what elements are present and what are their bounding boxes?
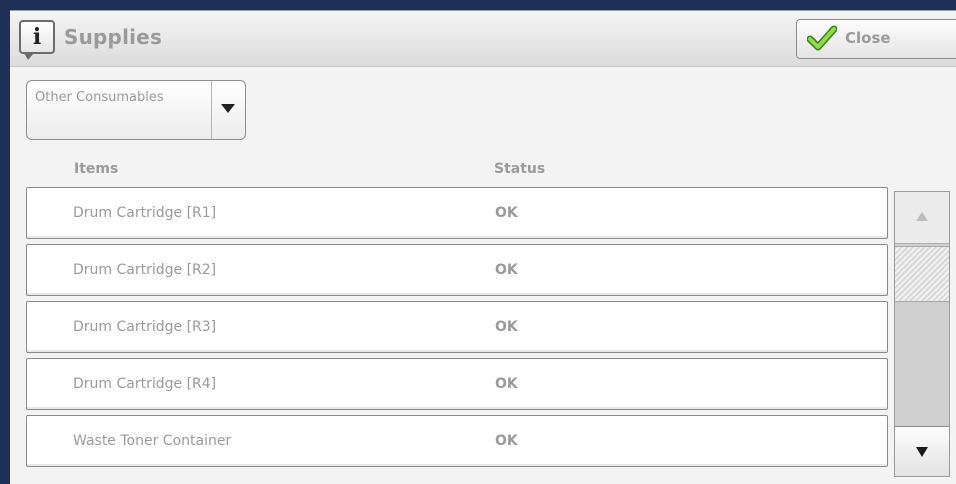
item-status: OK — [495, 319, 518, 335]
column-header-status: Status — [494, 161, 546, 177]
item-name: Drum Cartridge [R4] — [73, 376, 217, 392]
list-item[interactable]: Waste Toner Container OK — [26, 415, 888, 467]
list-item[interactable]: Drum Cartridge [R1] OK — [26, 187, 888, 239]
title-bar: i Supplies Close — [10, 11, 956, 67]
list-scrollbar[interactable] — [894, 191, 950, 477]
column-header-items: Items — [74, 161, 119, 177]
item-status: OK — [495, 433, 518, 449]
checkmark-icon — [807, 25, 837, 51]
arrow-down-icon — [916, 447, 928, 457]
arrow-up-icon — [916, 212, 928, 221]
close-button-label: Close — [845, 29, 891, 47]
consumables-dropdown[interactable]: Other Consumables — [26, 80, 246, 140]
scroll-thumb[interactable] — [895, 246, 949, 302]
item-status: OK — [495, 376, 518, 392]
list-item[interactable]: Drum Cartridge [R4] OK — [26, 358, 888, 410]
chevron-down-icon — [221, 104, 235, 113]
supplies-panel: i Supplies Close Other Consumables Items… — [10, 10, 956, 484]
info-icon: i — [19, 20, 55, 60]
item-name: Drum Cartridge [R2] — [73, 262, 217, 278]
item-name: Waste Toner Container — [73, 433, 232, 449]
dropdown-toggle[interactable] — [211, 81, 245, 139]
item-status: OK — [495, 262, 518, 278]
page-title: Supplies — [64, 25, 163, 49]
scroll-up-button[interactable] — [895, 192, 949, 244]
supplies-list: Drum Cartridge [R1] OK Drum Cartridge [R… — [26, 187, 890, 475]
item-name: Drum Cartridge [R3] — [73, 319, 217, 335]
scroll-down-button[interactable] — [895, 426, 949, 476]
dropdown-selected-value: Other Consumables — [35, 90, 164, 105]
item-status: OK — [495, 205, 518, 221]
list-item[interactable]: Drum Cartridge [R3] OK — [26, 301, 888, 353]
item-name: Drum Cartridge [R1] — [73, 205, 217, 221]
close-button[interactable]: Close — [796, 19, 956, 59]
list-item[interactable]: Drum Cartridge [R2] OK — [26, 244, 888, 296]
